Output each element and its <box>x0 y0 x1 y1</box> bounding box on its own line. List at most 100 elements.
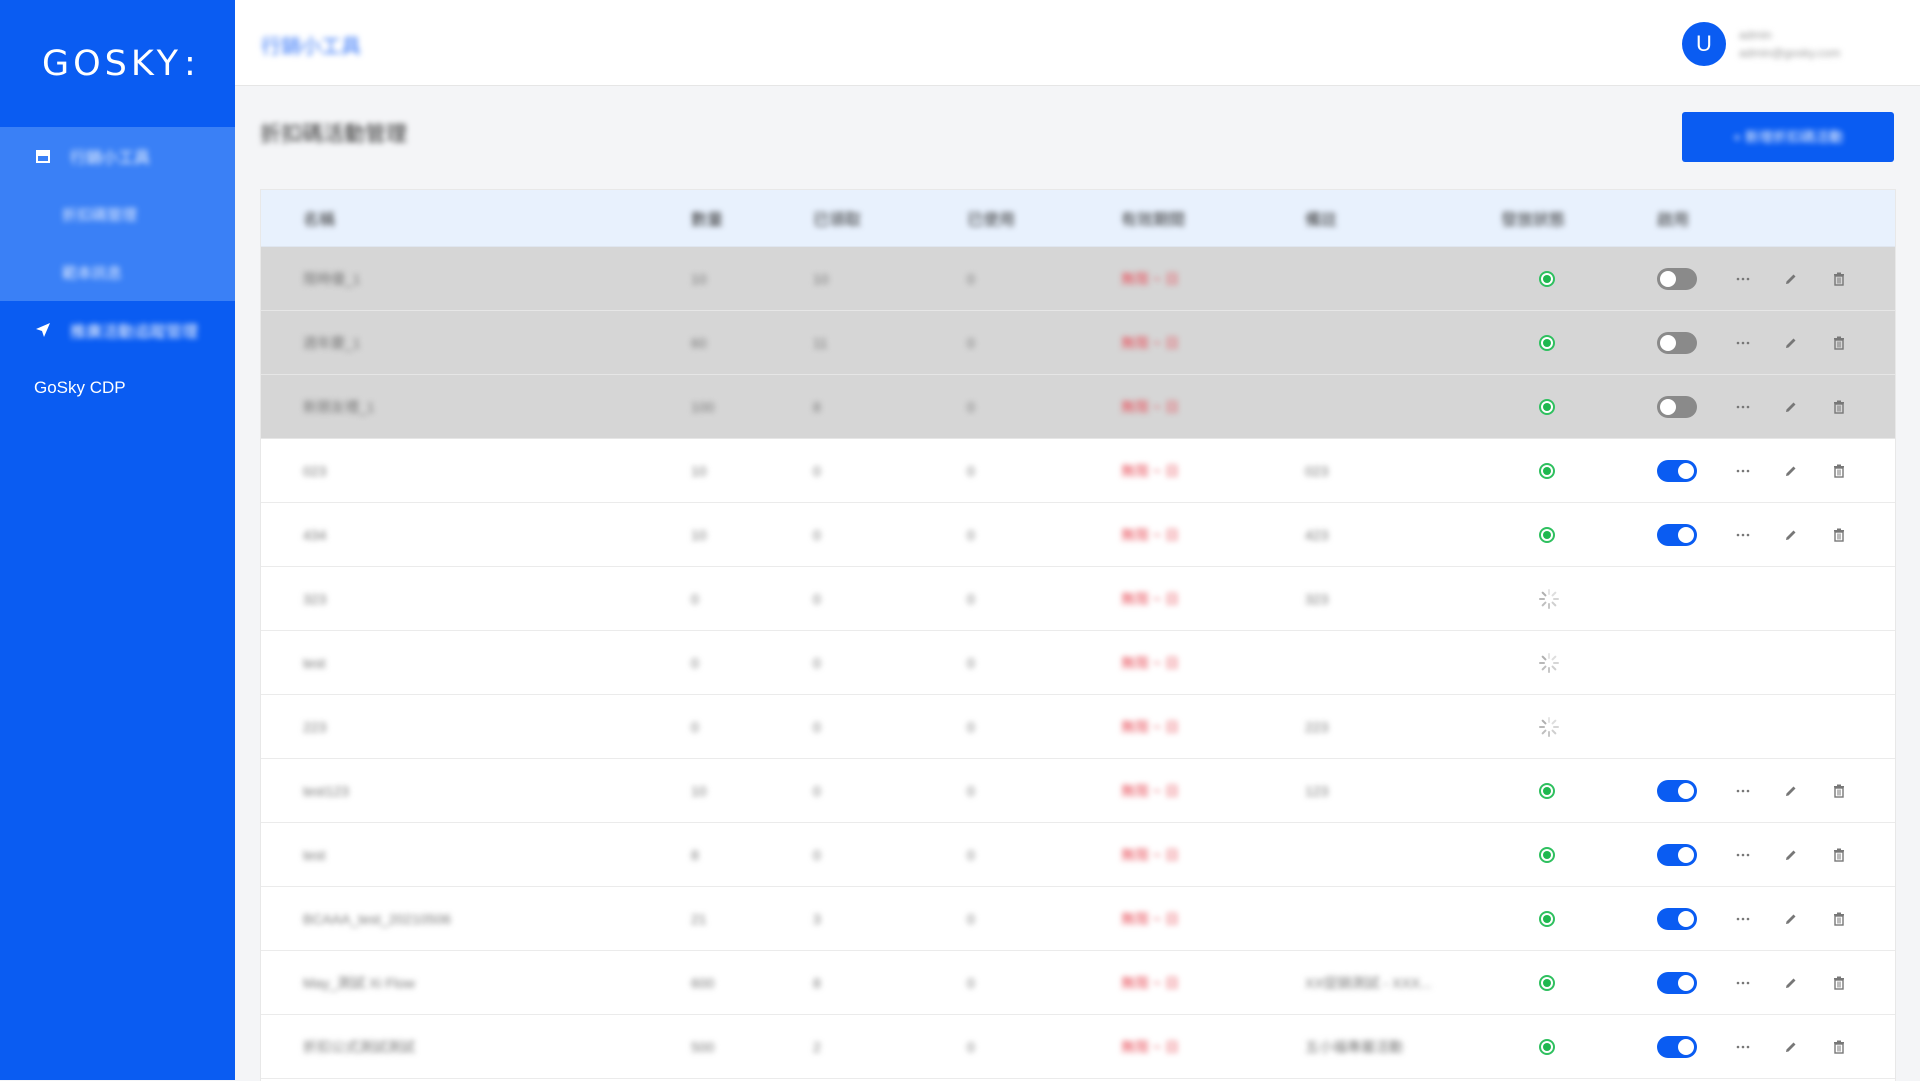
delete-icon[interactable] <box>1833 503 1845 566</box>
table-header: 名稱 數量 已領取 已使用 有效期間 備註 發放狀態 啟用 <box>261 190 1895 247</box>
sidebar-item-marketing-tools[interactable]: 行銷小工具 <box>0 127 235 185</box>
status-dot <box>1539 398 1555 415</box>
table-row[interactable]: 023 10 0 0 無限 ~ 日 023 <box>261 439 1895 503</box>
add-campaign-button-label: + 新增折扣碼活動 <box>1732 129 1844 145</box>
cell-note: 223 <box>1305 718 1329 735</box>
edit-icon[interactable] <box>1784 759 1798 822</box>
cell-claimed: 0 <box>813 718 821 735</box>
more-icon[interactable] <box>1736 759 1750 822</box>
cell-period: 無限 ~ 日 <box>1121 910 1179 927</box>
column-header-used[interactable]: 已使用 <box>967 190 1015 246</box>
table-row[interactable]: 新朋友禮_1 100 8 0 無限 ~ 日 <box>261 375 1895 439</box>
more-icon[interactable] <box>1736 1015 1750 1078</box>
more-icon[interactable] <box>1736 247 1750 310</box>
cell-claimed: 10 <box>813 270 829 287</box>
sidebar-subitem-discount-codes[interactable]: 折扣碼管理 <box>0 185 235 243</box>
delete-icon[interactable] <box>1833 951 1845 1014</box>
enable-toggle[interactable] <box>1657 971 1697 994</box>
delete-icon[interactable] <box>1833 1015 1845 1078</box>
enable-toggle[interactable] <box>1657 459 1697 482</box>
column-header-period[interactable]: 有效期間 <box>1121 190 1185 246</box>
cell-name: BCAAA_test_20210506 <box>303 910 451 927</box>
delete-icon[interactable] <box>1833 759 1845 822</box>
add-campaign-button[interactable]: + 新增折扣碼活動 <box>1682 112 1894 162</box>
delete-icon[interactable] <box>1833 311 1845 374</box>
cell-used: 0 <box>967 974 975 991</box>
table-row[interactable]: 限時優_1 10 10 0 無限 ~ 日 <box>261 247 1895 311</box>
column-header-enabled[interactable]: 啟用 <box>1657 190 1689 246</box>
enable-toggle[interactable] <box>1657 843 1697 866</box>
enable-toggle[interactable] <box>1657 267 1697 290</box>
column-header-status[interactable]: 發放狀態 <box>1501 190 1565 246</box>
spinner-icon <box>1539 716 1559 737</box>
cell-qty: 10 <box>691 462 707 479</box>
table-row[interactable]: May_測試 Xi Flow 600 8 0 無限 ~ 日 XX促銷測試 - XXX... <box>261 951 1895 1015</box>
user-info[interactable]: admin admin@gosky.com <box>1739 26 1879 62</box>
sidebar-item-gosky-cdp[interactable]: GoSky CDP <box>0 359 235 417</box>
enable-toggle[interactable] <box>1657 907 1697 930</box>
delete-icon[interactable] <box>1833 439 1845 502</box>
spinner-icon <box>1539 588 1559 609</box>
edit-icon[interactable] <box>1784 887 1798 950</box>
column-header-note[interactable]: 備註 <box>1305 190 1337 246</box>
column-header-qty[interactable]: 數量 <box>691 190 723 246</box>
cell-name: 折扣公式測試測試 <box>303 1038 415 1055</box>
enable-toggle[interactable] <box>1657 1035 1697 1058</box>
status-dot <box>1539 334 1555 351</box>
edit-icon[interactable] <box>1784 951 1798 1014</box>
status-active-icon <box>1539 247 1555 310</box>
store-icon <box>34 147 52 165</box>
column-header-name[interactable]: 名稱 <box>303 190 335 246</box>
edit-icon[interactable] <box>1784 311 1798 374</box>
table-row[interactable]: 223 0 0 0 無限 ~ 日 223 <box>261 695 1895 759</box>
enable-toggle[interactable] <box>1657 779 1697 802</box>
more-icon[interactable] <box>1736 951 1750 1014</box>
cell-name: 434 <box>303 526 327 543</box>
delete-icon[interactable] <box>1833 823 1845 886</box>
enable-toggle[interactable] <box>1657 523 1697 546</box>
table-row[interactable]: 週年慶_1 60 11 0 無限 ~ 日 <box>261 311 1895 375</box>
edit-icon[interactable] <box>1784 823 1798 886</box>
enable-toggle[interactable] <box>1657 395 1697 418</box>
status-dot <box>1539 910 1555 927</box>
table-row[interactable]: test 0 0 0 無限 ~ 日 <box>261 631 1895 695</box>
edit-icon[interactable] <box>1784 375 1798 438</box>
more-icon[interactable] <box>1736 503 1750 566</box>
status-active-icon <box>1539 823 1555 886</box>
column-header-claimed[interactable]: 已領取 <box>813 190 861 246</box>
edit-icon[interactable] <box>1784 439 1798 502</box>
table-row[interactable]: BCAAA_test_20210506 21 3 0 無限 ~ 日 <box>261 887 1895 951</box>
status-dot <box>1539 974 1555 991</box>
cell-claimed: 0 <box>813 590 821 607</box>
status-loading-icon <box>1539 695 1559 758</box>
breadcrumb[interactable]: 行銷小工具 <box>261 30 361 59</box>
more-icon[interactable] <box>1736 439 1750 502</box>
logo[interactable]: GOSKY: <box>0 0 235 127</box>
avatar[interactable]: U <box>1682 22 1726 66</box>
edit-icon[interactable] <box>1784 1015 1798 1078</box>
enable-toggle[interactable] <box>1657 331 1697 354</box>
more-icon[interactable] <box>1736 311 1750 374</box>
table-row[interactable]: 折扣公式測試測試 500 2 0 無限 ~ 日 五小福專屬活動 <box>261 1015 1895 1079</box>
status-loading-icon <box>1539 631 1559 694</box>
sidebar-subitem-templates[interactable]: 範本訊息 <box>0 243 235 301</box>
table-row[interactable]: 323 0 0 0 無限 ~ 日 323 <box>261 567 1895 631</box>
delete-icon[interactable] <box>1833 247 1845 310</box>
edit-icon[interactable] <box>1784 247 1798 310</box>
status-active-icon <box>1539 951 1555 1014</box>
status-active-icon <box>1539 759 1555 822</box>
user-name: admin <box>1739 28 1772 42</box>
sidebar-item-campaign-tracking[interactable]: 推廣活動追蹤管理 <box>0 301 235 359</box>
more-icon[interactable] <box>1736 375 1750 438</box>
table-row[interactable]: test 8 0 0 無限 ~ 日 <box>261 823 1895 887</box>
edit-icon[interactable] <box>1784 503 1798 566</box>
more-icon[interactable] <box>1736 887 1750 950</box>
status-active-icon <box>1539 439 1555 502</box>
delete-icon[interactable] <box>1833 375 1845 438</box>
cell-qty: 10 <box>691 782 707 799</box>
table-row[interactable]: 434 10 0 0 無限 ~ 日 423 <box>261 503 1895 567</box>
table-row[interactable]: test123 10 0 0 無限 ~ 日 123 <box>261 759 1895 823</box>
user-email: admin@gosky.com <box>1739 46 1841 60</box>
more-icon[interactable] <box>1736 823 1750 886</box>
delete-icon[interactable] <box>1833 887 1845 950</box>
